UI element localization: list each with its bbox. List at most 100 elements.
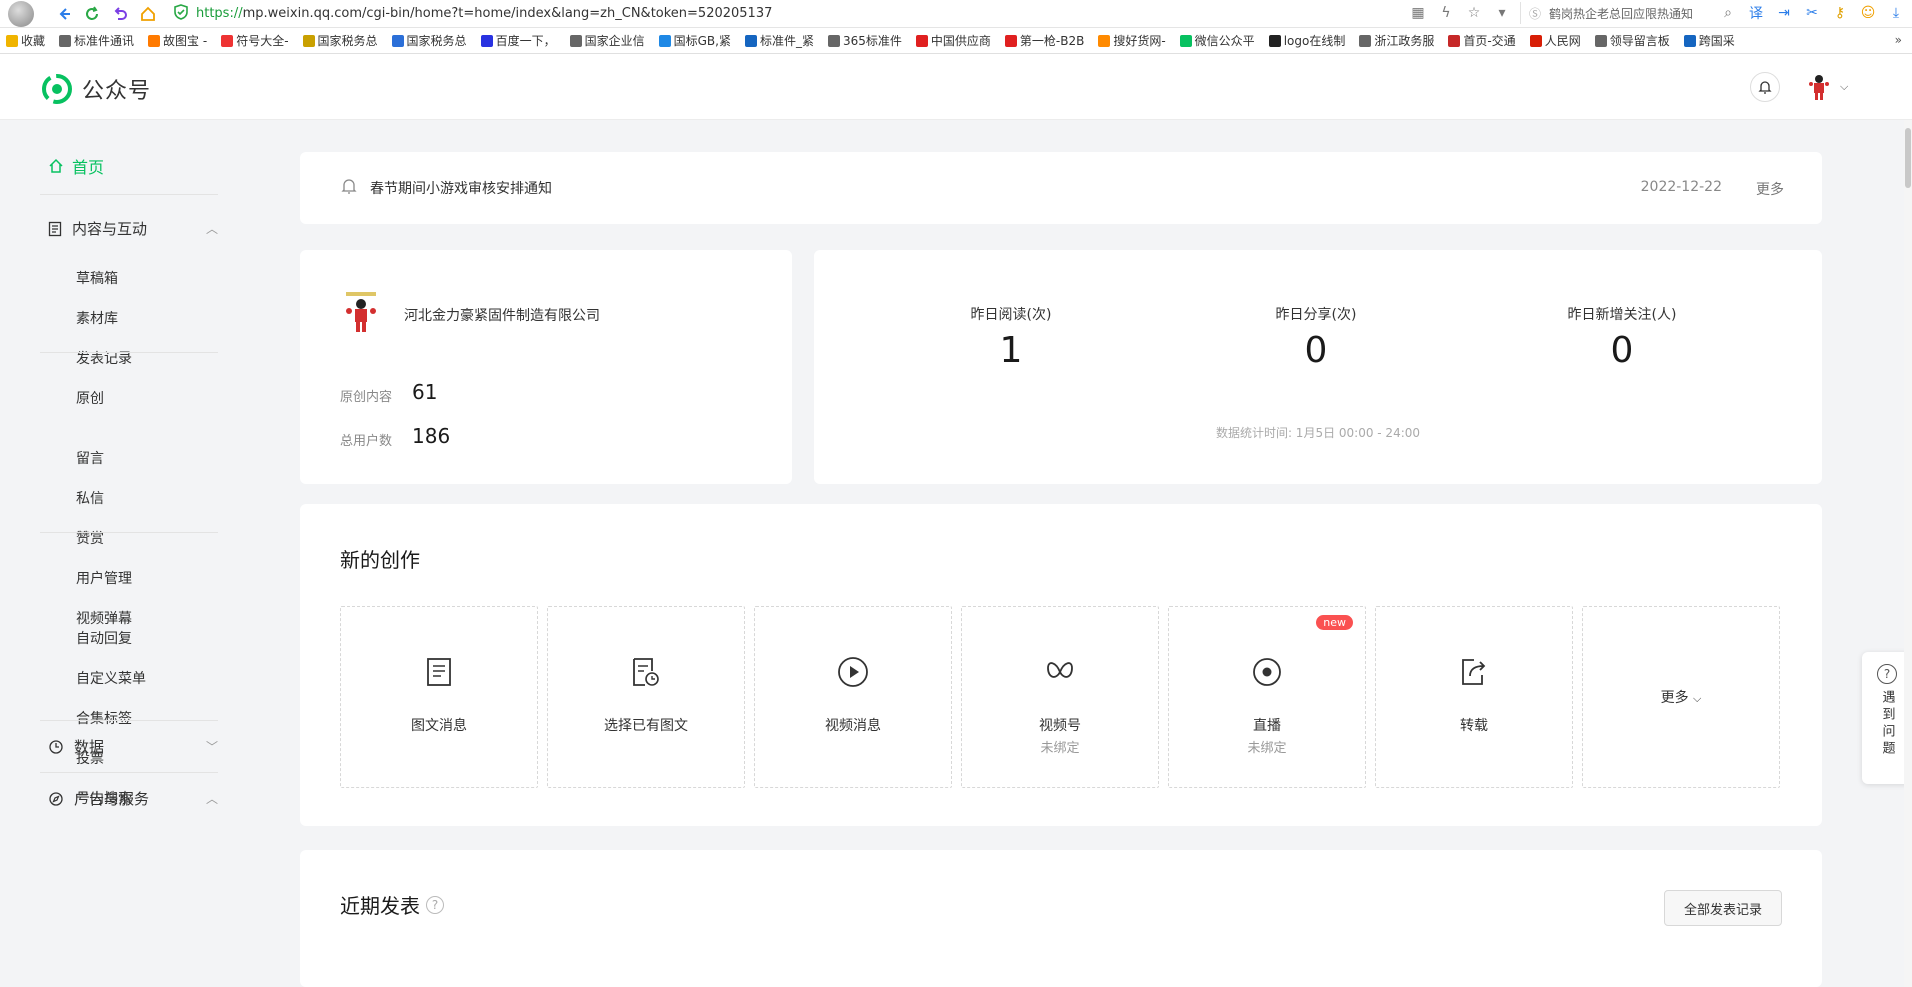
bookmarks-more-button[interactable]: » bbox=[1895, 33, 1902, 47]
sidebar-item[interactable]: 素材库 bbox=[76, 308, 118, 328]
bookmark-item[interactable]: 人民网 bbox=[1529, 32, 1581, 49]
sidebar-item[interactable]: 草稿箱 bbox=[76, 268, 118, 288]
all-posts-button[interactable]: 全部发表记录 bbox=[1664, 890, 1782, 926]
bookmark-item[interactable]: 365标准件 bbox=[827, 32, 902, 49]
notice-title-link[interactable]: 春节期间小游戏审核安排通知 bbox=[370, 178, 552, 198]
sidebar-item[interactable]: 用户管理 bbox=[76, 568, 132, 588]
bookmark-item[interactable]: 国标GB,紧 bbox=[658, 32, 731, 49]
bookmark-item[interactable]: 百度一下， bbox=[480, 32, 556, 49]
sidebar-group-data[interactable]: 数据 ﹀ bbox=[48, 736, 218, 757]
bookmark-item[interactable]: 标准件通讯 bbox=[59, 32, 134, 49]
bookmark-item[interactable]: 中国供应商 bbox=[915, 32, 991, 49]
sidebar-item[interactable]: 发表记录 bbox=[76, 348, 132, 368]
browser-avatar-icon[interactable] bbox=[8, 0, 34, 27]
sidebar-group-ads[interactable]: 广告与服务 ︿ bbox=[48, 788, 218, 809]
divider bbox=[40, 194, 218, 195]
scissors-icon[interactable]: ✂ bbox=[1802, 2, 1822, 24]
bookmark-item[interactable]: 国家税务总 bbox=[391, 32, 467, 49]
bookmark-label: 365标准件 bbox=[842, 34, 902, 48]
more-label: 更多 bbox=[1660, 690, 1689, 706]
bookmark-item[interactable]: 跨国采 bbox=[1683, 32, 1735, 49]
question-icon: ? bbox=[1877, 664, 1897, 684]
bookmark-item[interactable]: 搜好货网- bbox=[1098, 32, 1166, 49]
sidebar-item-home[interactable]: 首页 bbox=[48, 154, 104, 178]
brand-logo[interactable]: 公众号 bbox=[40, 72, 151, 106]
bookmark-item[interactable]: 微信公众平 bbox=[1179, 32, 1255, 49]
create-tile-article[interactable]: 图文消息 bbox=[340, 606, 538, 788]
yesterday-shares[interactable]: 昨日分享(次) 0 bbox=[1226, 304, 1406, 371]
sidebar-item[interactable]: 自动回复 bbox=[76, 628, 132, 648]
bookmark-label: 收藏 bbox=[21, 34, 46, 48]
tile-label: 视频号 bbox=[1039, 718, 1081, 734]
new-creation-card: 新的创作 图文消息 选择已有图文 视频消息 视频号 未绑定 new 直播 未绑定 bbox=[300, 504, 1822, 826]
sidebar-item[interactable]: 视频弹幕 bbox=[76, 608, 132, 628]
login-icon[interactable]: ⇥ bbox=[1774, 2, 1794, 24]
chevron-down-icon: ⌵ bbox=[1693, 692, 1702, 705]
original-content-count[interactable]: 61 bbox=[412, 380, 437, 404]
notification-bell-icon[interactable] bbox=[1750, 72, 1780, 102]
bookmark-item[interactable]: 国家企业信 bbox=[569, 32, 645, 49]
qr-code-icon[interactable]: ▦ bbox=[1408, 2, 1428, 24]
search-icon[interactable]: ⌕ bbox=[1718, 2, 1738, 24]
bookmark-item[interactable]: 浙江政务服 bbox=[1359, 32, 1434, 49]
create-tile-live[interactable]: new 直播 未绑定 bbox=[1168, 606, 1366, 788]
url-text[interactable]: https://mp.weixin.qq.com/cgi-bin/home?t=… bbox=[196, 6, 772, 21]
recent-posts-card: 近期发表 ? 全部发表记录 bbox=[300, 850, 1822, 987]
bookmark-item[interactable]: 符号大全- bbox=[221, 32, 289, 49]
yesterday-stats-card: 昨日阅读(次) 1 昨日分享(次) 0 昨日新增关注(人) 0 数据统计时间: … bbox=[814, 250, 1822, 484]
lightning-icon[interactable]: ϟ bbox=[1436, 2, 1456, 24]
bookmark-item[interactable]: 领导留言板 bbox=[1594, 32, 1670, 49]
metric-label: 昨日分享(次) bbox=[1275, 307, 1357, 323]
bookmark-favicon-icon bbox=[148, 34, 161, 47]
bookmark-item[interactable]: 故图宝 - bbox=[148, 32, 207, 49]
total-users-count[interactable]: 186 bbox=[412, 424, 450, 448]
account-menu[interactable]: ⌵ bbox=[1806, 72, 1848, 102]
help-circle-icon[interactable]: ? bbox=[426, 895, 444, 914]
sidebar-item[interactable]: 原创 bbox=[76, 388, 104, 408]
sidebar-item[interactable]: 合集标签 bbox=[76, 708, 132, 728]
sidebar-item[interactable]: 自定义菜单 bbox=[76, 668, 146, 688]
bookmark-item[interactable]: 标准件_紧 bbox=[744, 32, 814, 49]
sidebar-item[interactable]: 赞赏 bbox=[76, 528, 104, 548]
yesterday-reads[interactable]: 昨日阅读(次) 1 bbox=[921, 304, 1101, 371]
create-tile-more[interactable]: 更多 ⌵ bbox=[1582, 606, 1780, 788]
key-icon[interactable]: ⚷ bbox=[1830, 2, 1850, 24]
recent-title-text: 近期发表 bbox=[340, 894, 420, 918]
account-avatar[interactable] bbox=[340, 290, 382, 338]
bookmark-label: 故图宝 - bbox=[163, 34, 208, 48]
yesterday-new-follows[interactable]: 昨日新增关注(人) 0 bbox=[1532, 304, 1712, 371]
bookmark-item[interactable]: 收藏 bbox=[6, 32, 45, 49]
undo-icon[interactable] bbox=[108, 2, 132, 26]
bookmark-item[interactable]: 国家税务总 bbox=[302, 32, 378, 49]
chevron-up-icon: ︿ bbox=[205, 222, 218, 236]
notice-date: 2022-12-22 bbox=[1640, 179, 1722, 195]
page-scrollbar[interactable] bbox=[1904, 120, 1912, 987]
bookmark-favicon-icon bbox=[827, 34, 840, 47]
sidebar-item[interactable]: 留言 bbox=[76, 448, 104, 468]
sidebar-group-content[interactable]: 内容与互动 ︿ bbox=[48, 218, 218, 239]
bookmark-item[interactable]: logo在线制 bbox=[1268, 32, 1345, 49]
account-summary-card: 河北金力豪紧固件制造有限公司 原创内容 61 总用户数 186 bbox=[300, 250, 792, 484]
create-tile-channels[interactable]: 视频号 未绑定 bbox=[961, 606, 1159, 788]
bookmark-item[interactable]: 第一枪-B2B bbox=[1004, 32, 1084, 49]
doc-clock-icon bbox=[629, 655, 663, 689]
refresh-icon[interactable] bbox=[80, 2, 104, 26]
scrollbar-thumb[interactable] bbox=[1905, 128, 1911, 188]
browser-search-input[interactable]: Ⓢ 鹤岗热企老总回应限热通知 bbox=[1520, 2, 1710, 24]
back-icon[interactable] bbox=[52, 2, 76, 26]
create-tile-existing-article[interactable]: 选择已有图文 bbox=[547, 606, 745, 788]
chevron-up-icon: ︿ bbox=[205, 792, 218, 806]
notice-more-link[interactable]: 更多 bbox=[1756, 179, 1784, 199]
download-icon[interactable]: ⤓ bbox=[1886, 2, 1906, 24]
bookmark-label: 微信公众平 bbox=[1194, 34, 1255, 48]
sidebar-item[interactable]: 私信 bbox=[76, 488, 104, 508]
bookmark-label: 符号大全- bbox=[236, 34, 289, 48]
create-tile-repost[interactable]: 转载 bbox=[1375, 606, 1573, 788]
home-icon[interactable] bbox=[136, 2, 160, 26]
bookmark-item[interactable]: 首页-交通 bbox=[1448, 32, 1516, 49]
dropdown-icon[interactable]: ▾ bbox=[1492, 2, 1512, 24]
create-tile-video[interactable]: 视频消息 bbox=[754, 606, 952, 788]
smiley-icon[interactable]: ☺ bbox=[1858, 2, 1878, 24]
star-icon[interactable]: ☆ bbox=[1464, 2, 1484, 24]
translate-icon[interactable]: 译 bbox=[1746, 2, 1766, 24]
